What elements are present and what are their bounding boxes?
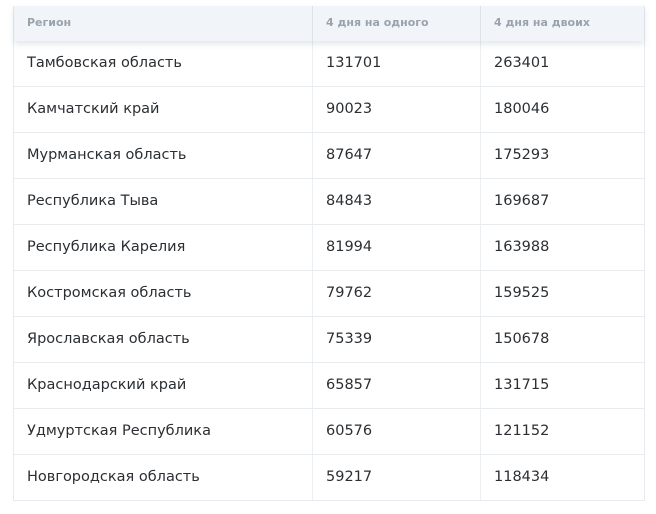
price-one-cell: 79762 xyxy=(313,271,481,316)
table-row: Республика Тыва 84843 169687 xyxy=(14,179,644,225)
price-two-cell: 159525 xyxy=(494,285,550,301)
price-two-cell: 169687 xyxy=(494,193,550,209)
price-one-cell: 65857 xyxy=(313,363,481,408)
price-two-cell: 131715 xyxy=(494,377,550,393)
table-header: Регион 4 дня на одного 4 дня на двоих xyxy=(14,6,644,41)
price-one-cell: 90023 xyxy=(313,87,481,132)
price-one-cell: 131701 xyxy=(313,41,481,86)
region-cell: Тамбовская область xyxy=(14,41,313,86)
table-row: Костромская область 79762 159525 xyxy=(14,271,644,317)
table-row: Тамбовская область 131701 263401 xyxy=(14,41,644,87)
price-two-cell: 121152 xyxy=(494,423,550,439)
region-cell: Камчатский край xyxy=(14,87,313,132)
column-header-4-days-two[interactable]: 4 дня на двоих xyxy=(481,6,644,41)
price-two-cell: 150678 xyxy=(494,331,550,347)
price-one-cell: 59217 xyxy=(313,455,481,500)
price-two-cell: 163988 xyxy=(494,239,550,255)
price-one-cell: 87647 xyxy=(313,133,481,178)
table-row: Республика Карелия 81994 163988 xyxy=(14,225,644,271)
price-two-cell: 263401 xyxy=(494,55,550,71)
region-cell: Республика Карелия xyxy=(14,225,313,270)
price-two-cell: 180046 xyxy=(494,101,550,117)
region-cell: Костромская область xyxy=(14,271,313,316)
region-cell: Удмуртская Республика xyxy=(14,409,313,454)
price-two-cell: 118434 xyxy=(494,469,550,485)
table-body: Тамбовская область 131701 263401 Камчатс… xyxy=(14,41,644,500)
region-cell: Ярославская область xyxy=(14,317,313,362)
region-cell: Республика Тыва xyxy=(14,179,313,224)
table-row: Камчатский край 90023 180046 xyxy=(14,87,644,133)
region-cell: Новгородская область xyxy=(14,455,313,500)
price-one-cell: 84843 xyxy=(313,179,481,224)
regions-table: Регион 4 дня на одного 4 дня на двоих Та… xyxy=(13,6,645,501)
price-one-cell: 60576 xyxy=(313,409,481,454)
region-cell: Краснодарский край xyxy=(14,363,313,408)
price-one-cell: 81994 xyxy=(313,225,481,270)
column-header-4-days-one[interactable]: 4 дня на одного xyxy=(313,6,481,41)
column-header-region[interactable]: Регион xyxy=(14,6,313,41)
table-row: Ярославская область 75339 150678 xyxy=(14,317,644,363)
price-two-cell: 175293 xyxy=(494,147,550,163)
table-row: Новгородская область 59217 118434 xyxy=(14,455,644,500)
table-row: Краснодарский край 65857 131715 xyxy=(14,363,644,409)
table-row: Мурманская область 87647 175293 xyxy=(14,133,644,179)
region-cell: Мурманская область xyxy=(14,133,313,178)
table-row: Удмуртская Республика 60576 121152 xyxy=(14,409,644,455)
price-one-cell: 75339 xyxy=(313,317,481,362)
